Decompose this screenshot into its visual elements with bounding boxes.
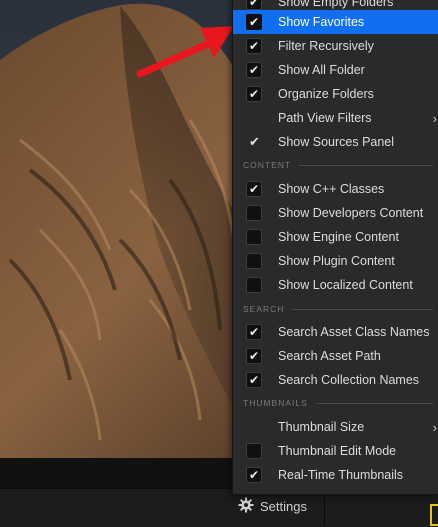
settings-button[interactable]: Settings <box>238 495 307 517</box>
checkbox-unchecked-icon[interactable] <box>246 277 262 293</box>
menu-item-label: Show C++ Classes <box>278 182 385 196</box>
checkbox-checked-icon[interactable]: ✔ <box>246 324 262 340</box>
checkbox-unchecked-icon[interactable] <box>246 253 262 269</box>
menu-item-label: Show Empty Folders <box>278 0 394 9</box>
menu-item-search-collection-names[interactable]: ✔ Search Collection Names <box>233 368 438 392</box>
menu-item-label: Search Collection Names <box>278 373 420 387</box>
menu-item-label: Show Engine Content <box>278 230 399 244</box>
menu-item-label: Filter Recursively <box>278 39 374 53</box>
menu-item-label: Show Developers Content <box>278 206 424 220</box>
checkbox-checked-icon[interactable]: ✔ <box>246 348 262 364</box>
menu-item-search-asset-path[interactable]: ✔ Search Asset Path <box>233 344 438 368</box>
menu-item-organize-folders[interactable]: ✔ Organize Folders <box>233 82 438 106</box>
menu-item-show-engine-content[interactable]: Show Engine Content <box>233 225 438 249</box>
menu-item-label: Show Sources Panel <box>278 135 395 149</box>
menu-item-label: Path View Filters <box>278 111 372 125</box>
selected-panel-edge <box>430 504 438 526</box>
menu-item-label: Search Asset Class Names <box>278 325 430 339</box>
checkbox-unchecked-icon[interactable] <box>246 205 262 221</box>
menu-item-label: Show Localized Content <box>278 278 413 292</box>
menu-item-show-cpp-classes[interactable]: ✔ Show C++ Classes <box>233 177 438 201</box>
menu-item-show-developers-content[interactable]: Show Developers Content <box>233 201 438 225</box>
menu-item-show-sources-panel[interactable]: ✔ Show Sources Panel <box>233 130 438 154</box>
checkbox-checked-icon[interactable]: ✔ <box>246 14 262 30</box>
menu-item-label: Show Favorites <box>278 15 365 29</box>
section-header-thumbnails: THUMBNAILS <box>243 396 433 410</box>
menu-item-path-view-filters[interactable]: Path View Filters › <box>233 106 438 130</box>
checkbox-checked-icon[interactable]: ✔ <box>246 467 262 483</box>
section-header-content: CONTENT <box>243 158 433 172</box>
checkbox-unchecked-icon[interactable] <box>246 229 262 245</box>
checkbox-checked-icon[interactable]: ✔ <box>246 38 262 54</box>
menu-item-label: Organize Folders <box>278 87 374 101</box>
checkbox-unchecked-icon[interactable] <box>246 443 262 459</box>
settings-label: Settings <box>260 498 307 514</box>
menu-item-thumbnail-size[interactable]: Thumbnail Size › <box>233 415 438 439</box>
menu-item-show-localized-content[interactable]: Show Localized Content <box>233 273 438 297</box>
menu-item-real-time-thumbnails[interactable]: ✔ Real-Time Thumbnails <box>233 463 438 487</box>
menu-item-label: Real-Time Thumbnails <box>278 468 404 482</box>
chevron-right-icon: › <box>432 110 437 126</box>
menu-item-label: Show All Folder <box>278 63 365 77</box>
checkbox-checked-icon[interactable]: ✔ <box>246 86 262 102</box>
checkbox-checked-icon[interactable]: ✔ <box>246 372 262 388</box>
section-divider <box>299 164 433 166</box>
section-title: THUMBNAILS <box>243 398 308 408</box>
menu-item-label: Thumbnail Size <box>278 420 365 434</box>
menu-item-search-asset-class-names[interactable]: ✔ Search Asset Class Names <box>233 320 438 344</box>
section-title: CONTENT <box>243 160 292 170</box>
menu-item-thumbnail-edit-mode[interactable]: Thumbnail Edit Mode <box>233 439 438 463</box>
menu-item-show-plugin-content[interactable]: Show Plugin Content <box>233 249 438 273</box>
chevron-right-icon: › <box>432 419 437 435</box>
menu-item-label: Search Asset Path <box>278 349 381 363</box>
section-title: SEARCH <box>243 304 285 314</box>
checkbox-checked-icon[interactable]: ✔ <box>246 62 262 78</box>
menu-item-show-favorites[interactable]: ✔ Show Favorites <box>233 10 438 34</box>
menu-item-filter-recursively[interactable]: ✔ Filter Recursively <box>233 34 438 58</box>
gear-icon <box>238 497 254 516</box>
checkbox-checked-icon[interactable]: ✔ <box>246 181 262 197</box>
settings-dropdown-menu: ✔ Show Empty Folders ✔ Show Favorites ✔ … <box>232 0 438 495</box>
check-icon: ✔ <box>249 134 260 149</box>
menu-item-label: Thumbnail Edit Mode <box>278 444 397 458</box>
checkbox-checked-icon[interactable]: ✔ <box>246 0 262 10</box>
section-divider <box>315 402 433 404</box>
menu-item-show-all-folder[interactable]: ✔ Show All Folder <box>233 58 438 82</box>
menu-item-label: Show Plugin Content <box>278 254 395 268</box>
section-header-search: SEARCH <box>243 302 433 316</box>
section-divider <box>292 308 433 310</box>
